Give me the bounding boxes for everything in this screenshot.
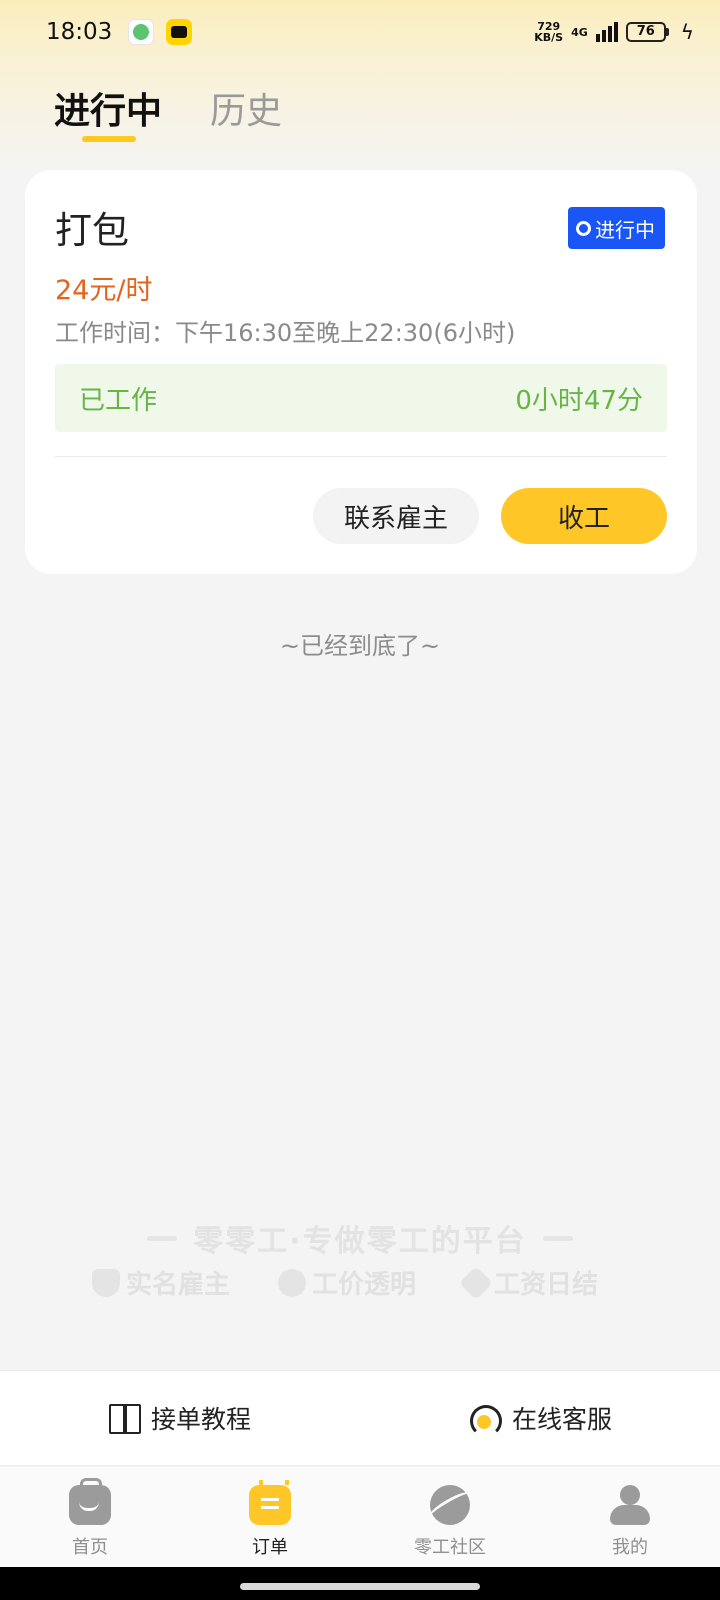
shield-heart-icon [92,1268,120,1297]
tutorial-label: 接单教程 [150,1405,251,1434]
order-icon [249,1480,291,1525]
app-notification-icon-2 [166,19,193,45]
nav-label: 我的 [612,1537,648,1558]
worked-label: 已工作 [79,385,158,416]
slogan-text: 零零工·专做零工的平台 [193,1224,527,1259]
feature-label: 工价透明 [312,1270,417,1300]
nav-item-profile[interactable]: 我的 [540,1467,720,1567]
platform-features: 实名雇主 工价透明 工资日结 [92,1264,598,1301]
feature-daily-pay: 工资日结 [459,1264,599,1301]
order-tabs: 进行中 历史 [54,82,282,142]
feature-transparent-pay: 工价透明 [278,1264,416,1301]
job-title: 打包 [55,209,129,252]
platform-slogan: 零零工·专做零工的平台 [0,1216,720,1260]
headset-icon [468,1403,502,1437]
support-label: 在线客服 [511,1405,612,1434]
worked-value: 0小时47分 [515,385,643,416]
status-badge-label: 进行中 [595,217,655,242]
home-bag-icon [69,1478,111,1525]
signal-icon [595,22,618,42]
feature-verified-employer: 实名雇主 [92,1264,230,1301]
tab-in-progress[interactable]: 进行中 [54,82,162,142]
order-card[interactable]: 打包 进行中 24元/时 工作时间：下午16:30至晚上22:30(6小时) 已… [25,170,697,574]
nav-label: 零工社区 [414,1537,486,1558]
feature-label: 实名雇主 [126,1270,231,1300]
wage: 24元/时 [55,275,153,306]
yuan-coin-icon [278,1268,307,1297]
status-bar: 18:03 729 KB/S 4G 76 ϟ [0,0,720,64]
tab-history[interactable]: 历史 [210,82,282,142]
app-notification-icon [128,19,155,45]
list-end-text: ~已经到底了~ [279,632,441,660]
nav-item-community[interactable]: 零工社区 [360,1467,540,1567]
status-badge: 进行中 [568,207,665,249]
divider [147,1235,178,1241]
feature-label: 工资日结 [494,1270,599,1300]
nav-label: 订单 [252,1537,288,1558]
bottom-nav: 首页 订单 零工社区 我的 [0,1467,720,1567]
battery-level: 76 [625,22,666,42]
badge-icon [459,1265,494,1300]
book-icon [108,1404,141,1434]
divider [542,1235,573,1241]
worked-duration-box: 已工作 0小时47分 [55,364,667,432]
status-dot-icon [576,220,591,236]
network-type: 4G [571,25,588,39]
contact-employer-button[interactable]: 联系雇主 [313,488,479,544]
finish-work-button[interactable]: 收工 [501,488,667,544]
charging-icon: ϟ [680,20,694,44]
online-support-button[interactable]: 在线客服 [360,1371,720,1465]
help-bar: 接单教程 在线客服 [0,1370,720,1466]
battery-icon: 76 [625,22,669,42]
planet-icon [430,1485,470,1525]
profile-icon [610,1485,650,1525]
status-indicators: 729 KB/S 4G 76 ϟ [534,20,694,44]
nav-label: 首页 [72,1537,108,1558]
status-time: 18:03 [46,19,113,45]
home-gesture-bar[interactable] [240,1583,480,1590]
network-speed: 729 KB/S [534,21,563,43]
tutorial-button[interactable]: 接单教程 [0,1371,360,1465]
nav-item-home[interactable]: 首页 [0,1467,180,1567]
divider [55,456,667,457]
network-speed-unit: KB/S [534,31,564,44]
nav-item-orders[interactable]: 订单 [180,1467,360,1567]
work-time: 工作时间：下午16:30至晚上22:30(6小时) [55,319,516,347]
